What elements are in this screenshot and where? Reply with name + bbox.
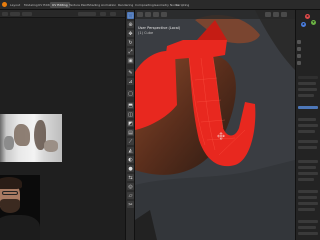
outliner-row[interactable] — [298, 76, 318, 79]
view-menu-button[interactable] — [10, 12, 20, 16]
loop-cut-tool-icon[interactable]: ▤ — [127, 129, 134, 136]
property-row[interactable] — [298, 130, 315, 133]
transform-tool-icon[interactable]: ▣ — [127, 57, 134, 64]
3d-viewport[interactable]: User Perspective (Local) (1) Cube — [135, 10, 295, 240]
new-image-button[interactable] — [100, 12, 106, 16]
add-cube-tool-icon[interactable]: ▢ — [127, 90, 134, 97]
select-menu-button[interactable] — [153, 12, 159, 17]
scale-tool-icon[interactable]: ⤢ — [127, 48, 134, 55]
inset-tool-icon[interactable]: ◫ — [127, 111, 134, 118]
xray-toggle-button[interactable] — [273, 12, 279, 17]
image-menu-button[interactable] — [22, 12, 32, 16]
viewport-info-text: User Perspective (Local) (1) Cube — [138, 26, 180, 36]
tab-layout[interactable]: Layout — [8, 2, 22, 8]
select-box-tool-icon[interactable]: ⬚ — [127, 12, 134, 19]
smooth-tool-icon[interactable]: ● — [127, 165, 134, 172]
bevel-tool-icon[interactable]: ◩ — [127, 120, 134, 127]
pan-hand-icon[interactable] — [297, 47, 301, 51]
property-row[interactable] — [298, 220, 318, 223]
gizmo-y-axis-icon[interactable]: Y — [311, 20, 316, 25]
rotate-tool-icon[interactable]: ↻ — [127, 39, 134, 46]
tool-shelf: ⬚ ⊕ ✥ ↻ ⤢ ▣ ✎ ⊿ ▢ ⬒ ◫ ◩ ▤ ⟋ ◭ ◐ ● ⇆ ◎ ▱ … — [125, 10, 135, 240]
shrink-fatten-tool-icon[interactable]: ◎ — [127, 183, 134, 190]
camera-view-icon[interactable] — [297, 54, 301, 58]
object-mode-button[interactable] — [137, 12, 143, 17]
rip-region-tool-icon[interactable]: ✂ — [127, 201, 134, 208]
top-header-bar: Layout Modeling UV Editing UV Editing Te… — [0, 0, 320, 10]
measure-tool-icon[interactable]: ⊿ — [127, 78, 134, 85]
active-object-label: (1) Cube — [138, 31, 154, 35]
property-row[interactable] — [298, 196, 317, 199]
zoom-icon[interactable] — [297, 40, 301, 44]
view-menu-button[interactable] — [145, 12, 151, 17]
property-row[interactable] — [298, 160, 318, 163]
add-menu-button[interactable] — [161, 12, 167, 17]
property-row[interactable] — [298, 146, 317, 149]
outliner-row[interactable] — [298, 88, 317, 91]
properties-panel: X Y Z — [295, 10, 320, 240]
knife-tool-icon[interactable]: ⟋ — [127, 138, 134, 145]
property-row[interactable] — [298, 232, 318, 235]
shear-tool-icon[interactable]: ▱ — [127, 192, 134, 199]
tab-scripting[interactable]: Scripting — [174, 2, 191, 8]
extrude-tool-icon[interactable]: ⬒ — [127, 102, 134, 109]
outliner-row[interactable] — [298, 94, 314, 97]
uv-editor-header — [0, 10, 125, 18]
property-row[interactable] — [298, 226, 316, 229]
viewport-scene — [135, 10, 295, 240]
overlay-toggle-button[interactable] — [265, 12, 271, 17]
edge-slide-tool-icon[interactable]: ⇆ — [127, 174, 134, 181]
property-row[interactable] — [298, 178, 314, 181]
outliner-row-selected[interactable] — [298, 106, 318, 109]
property-row[interactable] — [298, 202, 318, 205]
property-row[interactable] — [298, 208, 315, 211]
poly-build-tool-icon[interactable]: ◭ — [127, 147, 134, 154]
property-row[interactable] — [298, 172, 318, 175]
open-image-button[interactable] — [110, 12, 116, 16]
property-row[interactable] — [298, 166, 316, 169]
annotate-tool-icon[interactable]: ✎ — [127, 69, 134, 76]
image-selector[interactable] — [78, 12, 96, 16]
cursor-tool-icon[interactable]: ⊕ — [127, 21, 134, 28]
shading-mode-button[interactable] — [281, 12, 287, 17]
move-tool-icon[interactable]: ✥ — [127, 30, 134, 37]
webcam-overlay — [0, 175, 40, 240]
texture-image — [0, 114, 62, 162]
gizmo-z-axis-icon[interactable]: Z — [301, 22, 306, 27]
property-row[interactable] — [298, 118, 316, 121]
property-row[interactable] — [298, 190, 318, 193]
viewport-header — [135, 10, 295, 19]
blender-logo-icon[interactable] — [2, 2, 7, 7]
editor-type-button[interactable] — [2, 12, 8, 16]
perspective-toggle-icon[interactable] — [297, 61, 301, 65]
property-row[interactable] — [298, 140, 318, 143]
property-row[interactable] — [298, 124, 318, 127]
outliner-row[interactable] — [298, 82, 316, 85]
spin-tool-icon[interactable]: ◐ — [127, 156, 134, 163]
gizmo-x-axis-icon[interactable]: X — [305, 14, 310, 19]
